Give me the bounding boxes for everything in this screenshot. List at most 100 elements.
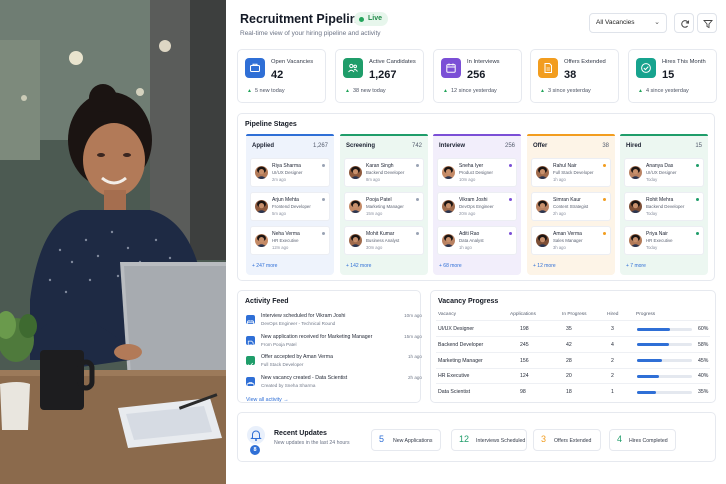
- update-count: 5: [379, 434, 385, 444]
- candidate-card[interactable]: Pooja Patel Marketing Manager 15m ago: [344, 192, 424, 221]
- more-candidates-link[interactable]: + 247 more: [252, 263, 277, 269]
- more-candidates-link[interactable]: + 142 more: [346, 263, 371, 269]
- candidate-role: DevOps Engineer: [459, 204, 494, 209]
- more-candidates-link[interactable]: + 68 more: [439, 263, 462, 269]
- candidate-time: 2m ago: [272, 177, 286, 182]
- candidate-time: 15m ago: [366, 211, 383, 216]
- vacancy-progress-percent: 35%: [698, 389, 709, 396]
- kpi-card[interactable]: Hires This Month 15 ▲ 4 since yesterday: [628, 49, 717, 103]
- vacancy-hired: 1: [611, 389, 614, 396]
- activity-item[interactable]: New vacancy created - Data Scientist Crea…: [244, 375, 424, 395]
- activity-item[interactable]: Interview scheduled for Vikram Joshi DevO…: [244, 313, 424, 333]
- recent-updates-title: Recent Updates: [274, 430, 327, 437]
- candidate-card[interactable]: Rohit Mehra Backend Developer Today: [624, 192, 704, 221]
- candidate-card[interactable]: Sneha Iyer Product Designer 10m ago: [437, 158, 517, 187]
- vacancy-in-progress: 42: [566, 341, 572, 348]
- users-icon: [343, 58, 363, 78]
- candidate-role: Backend Developer: [366, 170, 405, 175]
- update-count: 3: [541, 434, 547, 444]
- filter-icon: [703, 20, 713, 29]
- kpi-delta: ▲ 12 since yesterday: [443, 88, 497, 94]
- vacancy-column-header: In Progress: [562, 312, 587, 317]
- candidate-card[interactable]: Priya Nair HR Executive Today: [624, 226, 704, 255]
- vacancy-name: Backend Developer: [438, 341, 484, 348]
- row-divider: [436, 367, 710, 369]
- candidate-role: Marketing Manager: [366, 204, 404, 209]
- candidate-card[interactable]: Neha Verma HR Executive 12m ago: [250, 226, 330, 255]
- avatar: [442, 166, 455, 179]
- activity-subtext: Full Stack Developer: [261, 362, 304, 367]
- candidate-card[interactable]: Arjun Mehta Frontend Developer 5m ago: [250, 192, 330, 221]
- candidate-card[interactable]: Ananya Das UI/UX Designer Today: [624, 158, 704, 187]
- avatar: [442, 234, 455, 247]
- live-badge: Live: [354, 12, 389, 26]
- page-subtitle: Real-time view of your hiring pipeline a…: [240, 30, 381, 37]
- avatar: [536, 166, 549, 179]
- update-chip[interactable]: 4 Hires Completed: [609, 429, 676, 451]
- candidate-role: Backend Developer: [646, 204, 685, 209]
- candidate-time: 20m ago: [459, 211, 476, 216]
- candidate-name: Riya Sharma: [272, 163, 301, 169]
- stage-count: 38: [602, 143, 609, 149]
- activity-subtext: From Pooja Patel: [261, 341, 297, 347]
- candidate-card[interactable]: Mohit Kumar Business Analyst 30m ago: [344, 226, 424, 255]
- update-chip[interactable]: 12 Interviews Scheduled: [451, 429, 527, 451]
- candidate-time: 30m ago: [366, 245, 383, 250]
- candidate-role: Data Analyst: [459, 238, 484, 243]
- activity-subtext: Created by Sneha Sharma: [261, 382, 316, 388]
- candidate-time: Today: [646, 177, 658, 182]
- activity-text: Interview scheduled for Vikram Joshi: [261, 313, 346, 319]
- candidate-card[interactable]: Karan Singh Backend Developer 8m ago: [344, 158, 424, 187]
- refresh-button[interactable]: [674, 13, 694, 33]
- trend-up-icon: ▲: [540, 88, 545, 94]
- progress-bar: [637, 327, 692, 331]
- candidate-card[interactable]: Aditi Rao Data Analyst 1h ago: [437, 226, 517, 255]
- candidate-card[interactable]: Rahul Nair Full Stack Developer 1h ago: [531, 158, 611, 187]
- kpi-card[interactable]: In Interviews 256 ▲ 12 since yesterday: [433, 49, 522, 103]
- kpi-delta-text: 3 since yesterday: [547, 88, 591, 94]
- candidate-name: Aditi Rao: [459, 231, 480, 237]
- candidate-card[interactable]: Riya Sharma UI/UX Designer 2m ago: [250, 158, 330, 187]
- kpi-delta-text: 12 since yesterday: [450, 88, 497, 94]
- activity-subtext: DevOps Engineer - Technical Round: [261, 321, 336, 326]
- activity-item[interactable]: New application received for Marketing M…: [244, 334, 424, 354]
- more-candidates-link[interactable]: + 12 more: [533, 263, 556, 269]
- vacancy-filter-select[interactable]: All Vacancies ⌄: [589, 13, 667, 33]
- kpi-card[interactable]: Open Vacancies 42 ▲ 5 new today: [237, 49, 326, 103]
- candidate-name: Simran Kaur: [553, 197, 581, 203]
- candidate-time: 1h ago: [459, 245, 472, 250]
- kpi-card[interactable]: Offers Extended 38 ▲ 3 since yesterday: [530, 49, 619, 103]
- more-candidates-link[interactable]: + 7 more: [626, 263, 646, 269]
- view-all-activity-link[interactable]: View all activity →: [246, 397, 289, 403]
- candidate-card[interactable]: Aman Verma Sales Manager 3h ago: [531, 226, 611, 255]
- avatar: [442, 200, 455, 213]
- update-chip[interactable]: 5 New Applications: [371, 429, 441, 451]
- avatar: [536, 234, 549, 247]
- filter-button[interactable]: [697, 13, 717, 33]
- kpi-card[interactable]: Active Candidates 1,267 ▲ 38 new today: [335, 49, 424, 103]
- row-divider: [436, 383, 710, 385]
- calendar-icon: [246, 315, 255, 328]
- check-badge-icon: [636, 58, 656, 78]
- vacancy-in-progress: 18: [566, 389, 572, 396]
- activity-item[interactable]: Offer accepted by Aman Verma Full Stack D…: [244, 354, 424, 374]
- avatar: [349, 200, 362, 213]
- progress-bar-fill: [637, 343, 669, 347]
- candidate-card[interactable]: Vikram Joshi DevOps Engineer 20m ago: [437, 192, 517, 221]
- candidate-name: Rohit Mehra: [646, 197, 674, 203]
- activity-time: 1h ago: [407, 354, 422, 359]
- stage-count: 256: [504, 143, 515, 149]
- pipeline-column-screening: Screening 742 Karan Singh Backend Developer…: [340, 134, 428, 275]
- update-chip[interactable]: 3 Offers Extended: [533, 429, 601, 451]
- vacancy-hired: 4: [611, 341, 614, 348]
- column-accent-bar: [340, 134, 428, 136]
- progress-bar-fill: [637, 359, 662, 363]
- kpi-delta: ▲ 38 new today: [345, 88, 386, 94]
- vacancy-hired: 2: [611, 357, 614, 364]
- woman-at-laptop-illustration: [0, 0, 226, 484]
- candidate-name: Arjun Mehta: [272, 197, 299, 203]
- arrow-right-icon: →: [283, 397, 289, 403]
- candidate-card[interactable]: Simran Kaur Content Strategist 2h ago: [531, 192, 611, 221]
- status-dot: [603, 164, 606, 167]
- status-dot: [322, 198, 325, 201]
